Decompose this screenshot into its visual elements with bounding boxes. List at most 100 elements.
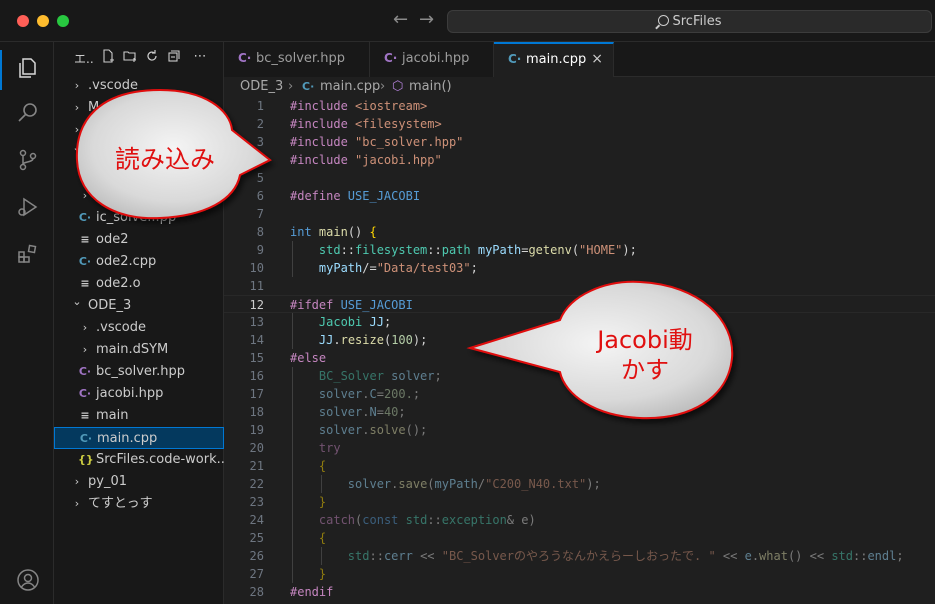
tree-folder[interactable]: › py_01: [54, 471, 224, 493]
tree-file[interactable]: ≡ ode2: [54, 229, 224, 251]
indent-guide: [292, 241, 293, 277]
minimize-window-button[interactable]: [37, 15, 49, 27]
tree-folder[interactable]: › M...: [54, 97, 224, 119]
new-folder-icon[interactable]: [122, 49, 138, 65]
tree-folder[interactable]: ⌄ ODE_3: [54, 295, 224, 317]
active-indicator: [0, 50, 2, 90]
search-icon: [657, 15, 669, 26]
code-token: =: [376, 405, 384, 419]
code-text: std::cerr << "BC_Solverのやろうなんかえらーしおったで. …: [290, 547, 904, 565]
code-line[interactable]: 28 #endif: [224, 583, 935, 601]
tree-file[interactable]: C· bc_solver.hpp: [54, 361, 224, 383]
tab-jacobi-hpp[interactable]: C· jacobi.hpp: [370, 42, 494, 77]
tree-folder[interactable]: ›: [54, 119, 224, 141]
tree-item-label: てすとっす: [88, 496, 153, 511]
code-line[interactable]: 22 solver.save(myPath/"C200_N40.txt");: [224, 475, 935, 493]
text-file-icon: ≡: [80, 277, 90, 290]
tree-item-label: ode2.cpp: [96, 254, 157, 269]
code-line[interactable]: 6 #define USE_JACOBI: [224, 187, 935, 205]
tree-file[interactable]: {} SrcFiles.code-work...: [54, 449, 224, 471]
tab-main-cpp[interactable]: C· main.cpp ×: [494, 42, 614, 77]
code-line[interactable]: 9 std::filesystem::path myPath=getenv("H…: [224, 241, 935, 259]
collapse-all-icon[interactable]: [166, 49, 182, 65]
explorer-icon[interactable]: [16, 56, 40, 80]
code-line[interactable]: 3 #include "bc_solver.hpp": [224, 133, 935, 151]
breadcrumb-symbol[interactable]: main(): [409, 77, 452, 97]
code-line[interactable]: 24 catch(const std::exception& e): [224, 511, 935, 529]
extensions-icon[interactable]: [16, 242, 40, 266]
tree-folder[interactable]: › てすとっす: [54, 493, 224, 515]
code-line[interactable]: 27 }: [224, 565, 935, 583]
hpp-file-icon: C·: [238, 51, 252, 65]
code-token: std: [405, 513, 428, 527]
code-token: <<: [802, 549, 832, 563]
code-line[interactable]: 11: [224, 277, 935, 295]
tab-bc-solver-hpp[interactable]: C· bc_solver.hpp: [224, 42, 370, 77]
code-token: <<: [420, 549, 442, 563]
account-icon[interactable]: [16, 568, 40, 592]
code-line[interactable]: 5: [224, 169, 935, 187]
breadcrumb-folder[interactable]: ODE_3: [240, 77, 283, 97]
code-line[interactable]: 10 myPath/="Data/test03";: [224, 259, 935, 277]
run-debug-icon[interactable]: [16, 195, 40, 219]
code-token: myPath: [477, 243, 522, 257]
tree-folder[interactable]: ›: [54, 185, 224, 207]
tree-file[interactable]: C· ode2.cpp: [54, 251, 224, 273]
code-line[interactable]: 18 solver.N=40;: [224, 403, 935, 421]
forward-arrow-icon[interactable]: →: [419, 9, 434, 30]
command-center-search[interactable]: SrcFiles: [447, 10, 932, 33]
more-actions-icon[interactable]: ⋯: [192, 49, 208, 65]
code-line[interactable]: 12 #ifdef USE_JACOBI: [224, 295, 935, 313]
code-line[interactable]: 7: [224, 205, 935, 223]
code-line[interactable]: 26 std::cerr << "BC_Solverのやろうなんかえらーしおった…: [224, 547, 935, 565]
tree-item-label: ode2.o: [96, 276, 141, 291]
title-bar: ← → SrcFiles: [0, 0, 935, 42]
code-line[interactable]: 25 {: [224, 529, 935, 547]
code-token: std: [831, 549, 853, 563]
refresh-icon[interactable]: [144, 49, 160, 65]
tab-label: jacobi.hpp: [402, 51, 470, 66]
code-line[interactable]: 1 #include <iostream>: [224, 97, 935, 115]
line-number: 25: [249, 531, 264, 545]
code-token: );: [622, 243, 637, 257]
tree-item-label: SrcFiles.code-work...: [96, 452, 224, 467]
close-window-button[interactable]: [17, 15, 29, 27]
tree-file[interactable]: C· main.cpp: [54, 427, 224, 449]
tree-file[interactable]: C· ic_solve...pp: [54, 207, 224, 229]
breadcrumb-separator-icon: ›: [288, 79, 294, 94]
code-token: solve: [369, 423, 406, 437]
back-arrow-icon[interactable]: ←: [393, 9, 408, 30]
tree-folder[interactable]: › main.dSYM: [54, 339, 224, 361]
code-token: .: [751, 549, 760, 563]
zoom-window-button[interactable]: [57, 15, 69, 27]
code-line[interactable]: 23 }: [224, 493, 935, 511]
code-line[interactable]: 17 solver.C=200.;: [224, 385, 935, 403]
code-token: std: [290, 549, 370, 563]
code-token: ;: [383, 315, 392, 329]
code-text: #include <iostream>: [290, 97, 427, 115]
code-line[interactable]: 20 try: [224, 439, 935, 457]
code-line[interactable]: 2 #include <filesystem>: [224, 115, 935, 133]
code-token: "C200_N40.txt": [485, 477, 587, 491]
source-control-icon[interactable]: [16, 148, 40, 172]
line-number: 19: [249, 423, 264, 437]
code-line[interactable]: 19 solver.solve();: [224, 421, 935, 439]
code-text: Jacobi JJ;: [290, 313, 391, 331]
code-line[interactable]: 21 {: [224, 457, 935, 475]
tree-folder[interactable]: › .vscode: [54, 75, 224, 97]
tree-file[interactable]: ≡ main: [54, 405, 224, 427]
tree-file[interactable]: ≡ ode2.o: [54, 273, 224, 295]
search-view-icon[interactable]: [16, 100, 40, 124]
code-token: #define: [290, 189, 348, 203]
breadcrumb-file[interactable]: main.cpp: [320, 77, 380, 97]
code-line[interactable]: 4 #include "jacobi.hpp": [224, 151, 935, 169]
line-number: 24: [249, 513, 264, 527]
new-file-icon[interactable]: [100, 49, 116, 65]
code-token: int: [290, 225, 319, 239]
code-text: std::filesystem::path myPath=getenv("HOM…: [290, 241, 637, 259]
tree-folder[interactable]: › .vscode: [54, 317, 224, 339]
tree-file[interactable]: C· jacobi.hpp: [54, 383, 224, 405]
code-line[interactable]: 8 int main() {: [224, 223, 935, 241]
tab-label: main.cpp: [526, 52, 587, 67]
close-tab-icon[interactable]: ×: [591, 44, 603, 75]
